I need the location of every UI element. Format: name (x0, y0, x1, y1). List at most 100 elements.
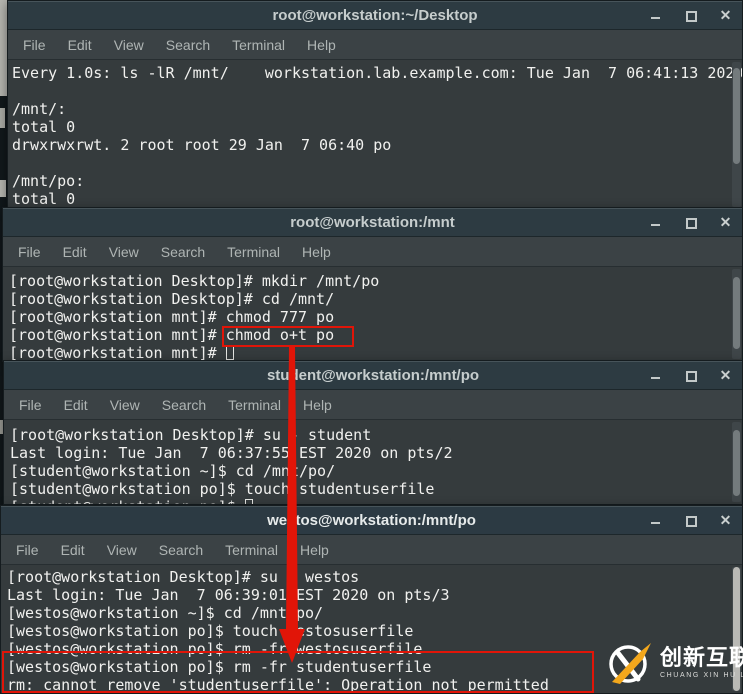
terminal-line: drwxrwxrwt. 2 root root 29 Jan 7 06:40 p… (12, 136, 392, 154)
maximize-icon[interactable] (684, 514, 697, 527)
window-title: root@workstation:~/Desktop (272, 7, 478, 24)
terminal-line: [root@workstation Desktop]# mkdir /mnt/p… (9, 272, 380, 290)
window-controls: ✕ (649, 507, 732, 534)
menu-help[interactable]: Help (300, 34, 343, 56)
terminal-screen[interactable]: [root@workstation Desktop]# mkdir /mnt/p… (3, 267, 742, 361)
terminal-window-student: student@workstation:/mnt/po ✕ File Edit … (3, 360, 743, 505)
terminal-line: [student@workstation po]$ touch studentu… (10, 480, 435, 498)
terminal-screen[interactable]: Every 1.0s: ls -lR /mnt/ workstation.lab… (8, 60, 742, 209)
menu-edit[interactable]: Edit (54, 539, 92, 561)
terminal-line: Every 1.0s: ls -lR /mnt/ workstation.lab… (12, 64, 742, 82)
scrollbar-thumb[interactable] (733, 68, 740, 164)
menu-terminal[interactable]: Terminal (220, 241, 287, 263)
menu-view[interactable]: View (107, 34, 151, 56)
terminal-window-root-mnt: root@workstation:/mnt ✕ File Edit View S… (2, 207, 743, 362)
menu-search[interactable]: Search (152, 539, 210, 561)
terminal-line: Last login: Tue Jan 7 06:37:55 EST 2020 … (10, 444, 453, 462)
terminal-line: total 0 (12, 118, 76, 136)
menu-file[interactable]: File (16, 34, 53, 56)
terminal-line: [root@workstation Desktop]# su - westos (7, 568, 360, 586)
menu-search[interactable]: Search (159, 34, 217, 56)
menubar: File Edit View Search Terminal Help (4, 390, 742, 420)
maximize-icon[interactable] (684, 9, 697, 22)
terminal-line: /mnt/: (12, 100, 67, 118)
scrollbar[interactable] (732, 422, 741, 502)
menu-view[interactable]: View (102, 241, 146, 263)
terminal-line: [westos@workstation po]$ rm -fr studentu… (7, 658, 432, 676)
minimize-icon[interactable] (649, 216, 662, 229)
close-icon[interactable]: ✕ (719, 8, 732, 22)
close-icon[interactable]: ✕ (719, 513, 732, 527)
menu-edit[interactable]: Edit (56, 241, 94, 263)
menu-file[interactable]: File (12, 394, 49, 416)
menu-file[interactable]: File (9, 539, 46, 561)
terminal-line: rm: cannot remove 'studentuserfile': Ope… (7, 676, 549, 693)
maximize-icon[interactable] (684, 216, 697, 229)
maximize-icon[interactable] (684, 369, 697, 382)
scrollbar-thumb[interactable] (733, 430, 740, 496)
window-title: student@workstation:/mnt/po (266, 367, 480, 384)
prompt-text: [root@workstation mnt]# (9, 344, 226, 361)
window-controls: ✕ (649, 209, 732, 236)
background-window-edge (0, 180, 6, 197)
menu-edit[interactable]: Edit (57, 394, 95, 416)
menu-edit[interactable]: Edit (61, 34, 99, 56)
terminal-line: [student@workstation ~]$ cd /mnt/po/ (10, 462, 336, 480)
menubar: File Edit View Search Terminal Help (1, 535, 742, 565)
terminal-prompt-line: [root@workstation mnt]# (3, 344, 742, 361)
menubar: File Edit View Search Terminal Help (8, 30, 742, 60)
terminal-line: [root@workstation Desktop]# su - student (10, 426, 372, 444)
titlebar[interactable]: root@workstation:/mnt ✕ (3, 208, 742, 237)
terminal-line: [root@workstation mnt]# chmod o+t po (9, 326, 335, 344)
terminal-line: Last login: Tue Jan 7 06:39:01 EST 2020 … (7, 586, 450, 604)
prompt-text: [student@workstation po]$ (10, 498, 245, 504)
scrollbar-thumb[interactable] (733, 277, 740, 349)
terminal-cursor (225, 345, 234, 360)
terminal-screen[interactable]: [root@workstation Desktop]# su - student… (4, 420, 742, 504)
terminal-line: [root@workstation mnt]# chmod 777 po (9, 308, 335, 326)
menu-file[interactable]: File (11, 241, 48, 263)
background-window-edge (0, 0, 7, 96)
terminal-prompt-line: [student@workstation po]$ (4, 498, 742, 504)
terminal-line: [westos@workstation po]$ touch westosuse… (7, 622, 414, 640)
scrollbar[interactable] (732, 269, 741, 359)
menu-view[interactable]: View (103, 394, 147, 416)
close-icon[interactable]: ✕ (719, 215, 732, 229)
close-icon[interactable]: ✕ (719, 368, 732, 382)
titlebar[interactable]: student@workstation:/mnt/po ✕ (4, 361, 742, 390)
background-window-edge (0, 108, 5, 128)
menubar: File Edit View Search Terminal Help (3, 237, 742, 267)
scrollbar[interactable] (732, 62, 741, 207)
terminal-line: [westos@workstation ~]$ cd /mnt/po/ (7, 604, 324, 622)
menu-help[interactable]: Help (296, 394, 339, 416)
menu-terminal[interactable]: Terminal (218, 539, 285, 561)
menu-terminal[interactable]: Terminal (225, 34, 292, 56)
menu-help[interactable]: Help (293, 539, 336, 561)
menu-search[interactable]: Search (154, 241, 212, 263)
window-controls: ✕ (649, 2, 732, 29)
minimize-icon[interactable] (649, 9, 662, 22)
terminal-line: [root@workstation Desktop]# cd /mnt/ (9, 290, 335, 308)
minimize-icon[interactable] (649, 369, 662, 382)
window-title: root@workstation:/mnt (290, 214, 455, 231)
window-title: westos@workstation:/mnt/po (267, 512, 476, 529)
minimize-icon[interactable] (649, 514, 662, 527)
scrollbar[interactable] (732, 567, 741, 691)
titlebar[interactable]: root@workstation:~/Desktop ✕ (8, 1, 742, 30)
menu-help[interactable]: Help (295, 241, 338, 263)
terminal-screen[interactable]: [root@workstation Desktop]# su - westos … (1, 565, 742, 693)
terminal-line: total 0 (12, 190, 76, 208)
terminal-line: /mnt/po: (12, 172, 85, 190)
menu-terminal[interactable]: Terminal (221, 394, 288, 416)
scrollbar-thumb[interactable] (733, 567, 740, 691)
terminal-line: [westos@workstation po]$ rm -fr westosus… (7, 640, 423, 658)
menu-search[interactable]: Search (155, 394, 213, 416)
terminal-cursor (244, 499, 253, 504)
titlebar[interactable]: westos@workstation:/mnt/po ✕ (1, 506, 742, 535)
menu-view[interactable]: View (100, 539, 144, 561)
terminal-window-westos: westos@workstation:/mnt/po ✕ File Edit V… (0, 505, 743, 694)
window-controls: ✕ (649, 362, 732, 389)
terminal-window-watch: root@workstation:~/Desktop ✕ File Edit V… (7, 0, 743, 210)
